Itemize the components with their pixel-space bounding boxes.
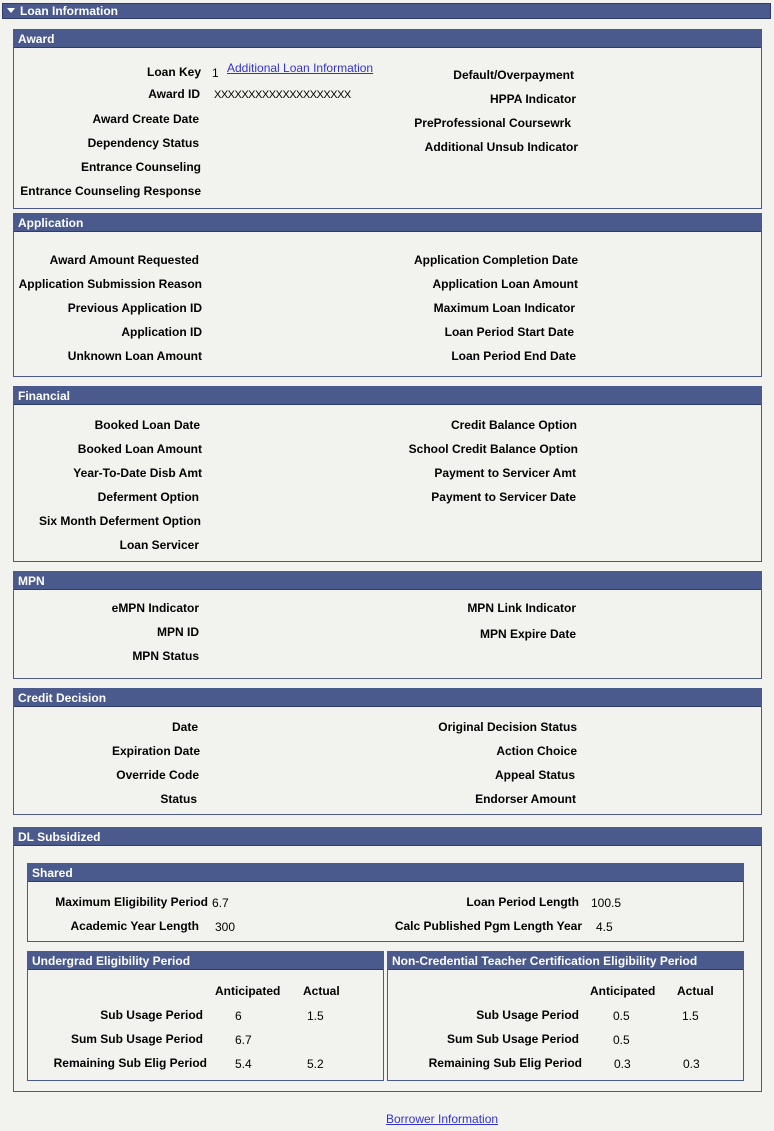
loan-period-end-date-label: Loan Period End Date xyxy=(451,349,576,363)
undergrad-remaining-sub-elig-period-label: Remaining Sub Elig Period xyxy=(53,1056,207,1070)
mpn-link-indicator-label: MPN Link Indicator xyxy=(467,601,576,615)
credit-balance-option-label: Credit Balance Option xyxy=(450,418,577,432)
noncredential-remaining-sub-elig-period-actual: 0.3 xyxy=(683,1057,700,1071)
undergrad-eligibility-header: Undergrad Eligibility Period xyxy=(28,952,383,970)
application-id-label: Application ID xyxy=(121,325,202,339)
mpn-id-label: MPN ID xyxy=(157,625,199,639)
undergrad-sub-usage-period-label: Sub Usage Period xyxy=(100,1008,203,1022)
ytd-disb-amt-label: Year-To-Date Disb Amt xyxy=(73,466,202,480)
max-eligibility-period-value: 6.7 xyxy=(212,896,229,910)
shared-group: Shared Maximum Eligibility Period 6.7 Ac… xyxy=(27,863,744,942)
undergrad-sum-sub-usage-period-anticipated: 6.7 xyxy=(235,1033,252,1047)
calc-published-pgm-length-year-value: 4.5 xyxy=(596,920,613,934)
award-id-value: XXXXXXXXXXXXXXXXXXXX xyxy=(214,89,351,101)
booked-loan-amount-label: Booked Loan Amount xyxy=(77,442,202,456)
action-choice-label: Action Choice xyxy=(496,744,577,758)
award-group: Award Loan Key 1 Additional Loan Informa… xyxy=(13,29,762,209)
collapse-triangle-icon[interactable] xyxy=(7,8,15,13)
credit-decision-group: Credit Decision Date Expiration Date Ove… xyxy=(13,688,762,815)
application-header: Application xyxy=(14,214,761,232)
dl-subsidized-group: DL Subsidized Shared Maximum Eligibility… xyxy=(13,827,762,1092)
dependency-status-label: Dependency Status xyxy=(87,136,199,150)
previous-application-id-label: Previous Application ID xyxy=(67,301,202,315)
credit-decision-header: Credit Decision xyxy=(14,689,761,707)
mpn-status-label: MPN Status xyxy=(132,649,199,663)
academic-year-length-value: 300 xyxy=(215,920,236,934)
loan-period-length-value: 100.5 xyxy=(591,896,622,910)
undergrad-actual-header: Actual xyxy=(303,984,340,998)
noncredential-remaining-sub-elig-period-anticipated: 0.3 xyxy=(614,1057,631,1071)
additional-unsub-indicator-label: Additional Unsub Indicator xyxy=(424,140,578,154)
loan-key-value: 1 xyxy=(212,66,219,80)
noncredential-anticipated-header: Anticipated xyxy=(590,984,656,998)
loan-period-start-date-label: Loan Period Start Date xyxy=(444,325,574,339)
override-code-label: Override Code xyxy=(116,768,199,782)
entrance-counseling-response-label: Entrance Counseling Response xyxy=(20,184,201,198)
preprofessional-coursework-label: PreProfessional Coursewrk xyxy=(414,116,571,130)
hppa-indicator-label: HPPA Indicator xyxy=(489,92,576,106)
empn-indicator-label: eMPN Indicator xyxy=(111,601,199,615)
shared-header: Shared xyxy=(28,864,743,882)
application-group: Application Award Amount Requested Appli… xyxy=(13,213,762,377)
financial-header: Financial xyxy=(14,387,761,405)
undergrad-eligibility-group: Undergrad Eligibility Period Anticipated… xyxy=(27,951,384,1081)
award-amount-requested-label: Award Amount Requested xyxy=(49,253,199,267)
noncredential-sub-usage-period-actual: 1.5 xyxy=(682,1009,699,1023)
financial-group: Financial Booked Loan Date Booked Loan A… xyxy=(13,386,762,562)
loan-servicer-label: Loan Servicer xyxy=(119,538,199,552)
mpn-header: MPN xyxy=(14,572,761,590)
academic-year-length-label: Academic Year Length xyxy=(70,919,200,933)
noncredential-eligibility-group: Non-Credential Teacher Certification Eli… xyxy=(387,951,744,1081)
loan-information-header[interactable]: Loan Information xyxy=(2,3,771,19)
deferment-option-label: Deferment Option xyxy=(97,490,199,504)
undergrad-remaining-sub-elig-period-actual: 5.2 xyxy=(307,1057,324,1071)
loan-key-label: Loan Key xyxy=(146,65,201,79)
unknown-loan-amount-label: Unknown Loan Amount xyxy=(67,349,202,363)
award-id-label: Award ID xyxy=(148,87,200,101)
application-completion-date-label: Application Completion Date xyxy=(413,253,578,267)
undergrad-anticipated-header: Anticipated xyxy=(215,984,281,998)
endorser-amount-label: Endorser Amount xyxy=(475,792,576,806)
borrower-information-link[interactable]: Borrower Information xyxy=(386,1112,498,1126)
noncredential-remaining-sub-elig-period-label: Remaining Sub Elig Period xyxy=(428,1056,582,1070)
noncredential-sum-sub-usage-period-label: Sum Sub Usage Period xyxy=(446,1032,579,1046)
noncredential-sub-usage-period-anticipated: 0.5 xyxy=(613,1009,630,1023)
application-loan-amount-label: Application Loan Amount xyxy=(432,277,578,291)
undergrad-remaining-sub-elig-period-anticipated: 5.4 xyxy=(235,1057,252,1071)
maximum-loan-indicator-label: Maximum Loan Indicator xyxy=(433,301,575,315)
undergrad-sub-usage-period-actual: 1.5 xyxy=(307,1009,324,1023)
date-label: Date xyxy=(171,720,198,734)
payment-to-servicer-date-label: Payment to Servicer Date xyxy=(431,490,576,504)
loan-information-title: Loan Information xyxy=(20,4,118,18)
award-header: Award xyxy=(14,30,761,48)
undergrad-sub-usage-period-anticipated: 6 xyxy=(235,1009,242,1023)
calc-published-pgm-length-year-label: Calc Published Pgm Length Year xyxy=(394,919,582,933)
six-month-deferment-option-label: Six Month Deferment Option xyxy=(39,514,201,528)
entrance-counseling-label: Entrance Counseling xyxy=(80,160,201,174)
status-label: Status xyxy=(160,792,197,806)
dl-subsidized-header: DL Subsidized xyxy=(14,828,761,846)
payment-to-servicer-amt-label: Payment to Servicer Amt xyxy=(434,466,576,480)
award-create-date-label: Award Create Date xyxy=(92,112,200,126)
noncredential-sum-sub-usage-period-anticipated: 0.5 xyxy=(613,1033,630,1047)
original-decision-status-label: Original Decision Status xyxy=(438,720,577,734)
noncredential-sub-usage-period-label: Sub Usage Period xyxy=(476,1008,579,1022)
booked-loan-date-label: Booked Loan Date xyxy=(94,418,200,432)
default-overpayment-label: Default/Overpayment xyxy=(453,68,574,82)
appeal-status-label: Appeal Status xyxy=(494,768,575,782)
mpn-group: MPN eMPN Indicator MPN ID MPN Status MPN… xyxy=(13,571,762,679)
max-eligibility-period-label: Maximum Eligibility Period xyxy=(55,895,208,909)
additional-loan-information-link[interactable]: Additional Loan Information xyxy=(227,61,373,75)
application-submission-reason-label: Application Submission Reason xyxy=(18,277,202,291)
loan-period-length-label: Loan Period Length xyxy=(466,895,579,909)
noncredential-eligibility-header: Non-Credential Teacher Certification Eli… xyxy=(388,952,743,970)
school-credit-balance-option-label: School Credit Balance Option xyxy=(408,442,578,456)
undergrad-sum-sub-usage-period-label: Sum Sub Usage Period xyxy=(70,1032,203,1046)
mpn-expire-date-label: MPN Expire Date xyxy=(479,627,576,641)
expiration-date-label: Expiration Date xyxy=(111,744,200,758)
noncredential-actual-header: Actual xyxy=(677,984,714,998)
